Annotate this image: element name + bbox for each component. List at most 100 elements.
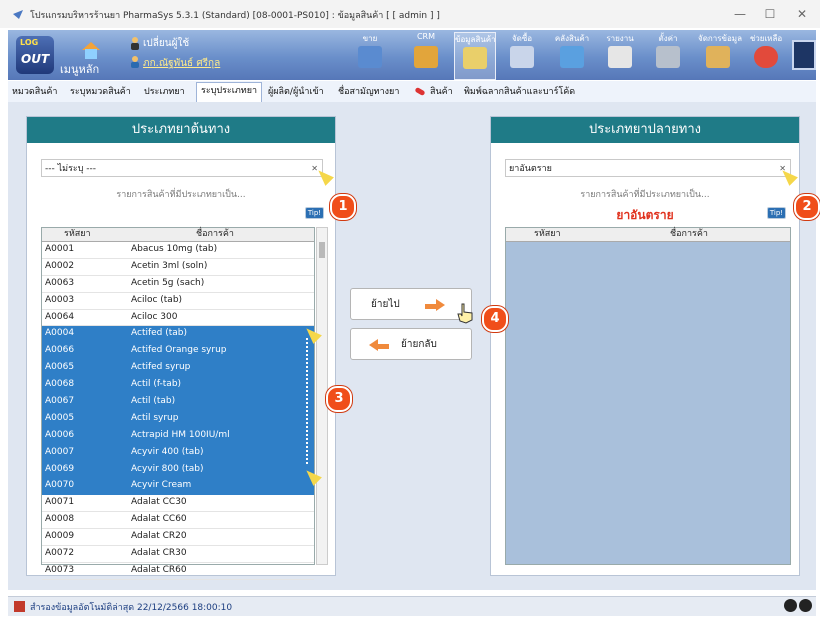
hand-cursor-icon: [457, 303, 473, 324]
table-row[interactable]: A0008 Adalat CC60: [42, 512, 314, 530]
table-row[interactable]: A0001 Abacus 10mg (tab): [42, 242, 314, 259]
close-button[interactable]: ✕: [784, 4, 820, 24]
callout-1: 1: [330, 194, 356, 220]
tab-print-label-barcode[interactable]: พิมพ์ฉลากสินค้าและบาร์โค้ด: [460, 84, 579, 101]
tab-generic-name[interactable]: ชื่อสามัญทางยา: [334, 84, 403, 101]
cell-trade-name: Actil (f-tab): [131, 379, 182, 390]
content-area: ประเภทยาต้นทาง --- ไม่ระบุ --- ✕ รายการส…: [8, 102, 820, 590]
table-row[interactable]: A0005 Actil syrup: [42, 410, 314, 428]
settings-icon: [656, 46, 680, 68]
destination-type-label: ยาอันตราย: [616, 208, 674, 222]
switch-user-button[interactable]: เปลี่ยนผู้ใช้: [143, 36, 189, 51]
table-row[interactable]: A0070 Acyvir Cream: [42, 478, 314, 496]
destination-table-header: รหัสยา ชื่อการค้า: [506, 228, 790, 242]
app-icon: [13, 10, 23, 19]
source-tip-button[interactable]: Tip!: [305, 207, 324, 219]
toolbar-settings[interactable]: ตั้งค่า: [648, 32, 688, 78]
cell-code: A0064: [45, 311, 75, 322]
main-toolbar: LOG OUT เมนูหลัก เปลี่ยนผู้ใช้ ภก.ณัฐพัน…: [8, 30, 816, 80]
move-back-button[interactable]: ย้ายกลับ: [350, 328, 472, 360]
toolbar-data-management[interactable]: จัดการข้อมูล: [698, 32, 742, 78]
cell-trade-name: Acyvir 400 (tab): [131, 446, 204, 457]
cell-trade-name: Acetin 5g (sach): [131, 277, 205, 288]
cell-trade-name: Actifed syrup: [131, 362, 191, 373]
cell-trade-name: Actil syrup: [131, 412, 179, 423]
cell-trade-name: Adalat CR20: [131, 531, 187, 542]
cell-trade-name: Acyvir Cream: [131, 480, 192, 491]
table-row[interactable]: A0004 Actifed (tab): [42, 326, 314, 344]
cash-register-icon: [358, 46, 382, 68]
table-row[interactable]: A0006 Actrapid HM 100IU/ml: [42, 427, 314, 445]
source-type-select[interactable]: --- ไม่ระบุ --- ✕: [41, 159, 323, 177]
destination-product-table[interactable]: รหัสยา ชื่อการค้า: [505, 227, 791, 565]
table-row[interactable]: A0071 Adalat CC30: [42, 495, 314, 513]
source-product-table[interactable]: รหัสยา ชื่อการค้า A0001 Abacus 10mg (tab)…: [41, 227, 315, 580]
backup-icon: [14, 601, 25, 612]
destination-tip-button[interactable]: Tip!: [767, 207, 786, 219]
info-icon[interactable]: [784, 599, 797, 612]
callout-4: 4: [482, 306, 508, 332]
table-row[interactable]: A0066 Actifed Orange syrup: [42, 343, 314, 361]
cell-trade-name: Adalat CR30: [131, 548, 187, 559]
maximize-button[interactable]: ☐: [752, 4, 788, 24]
scrollbar-thumb[interactable]: [319, 242, 325, 258]
registered-icon[interactable]: [799, 599, 812, 612]
table-row[interactable]: A0009 Adalat CR20: [42, 529, 314, 547]
toolbar-purchase[interactable]: จัดซื้อ: [502, 32, 542, 78]
tab-product-category[interactable]: หมวดสินค้า: [8, 84, 61, 101]
tab-product[interactable]: สินค้า: [426, 84, 457, 101]
source-col-code: รหัสยา: [64, 229, 91, 239]
source-panel-title: ประเภทยาต้นทาง: [27, 117, 335, 143]
current-user-link[interactable]: ภก.ณัฐพันธ์ ศรีกุล: [143, 56, 220, 71]
table-row[interactable]: A0073 Adalat CR60: [42, 563, 314, 580]
tab-manufacturer[interactable]: ผู้ผลิต/ผู้นำเข้า: [264, 84, 328, 101]
table-row[interactable]: A0065 Actifed syrup: [42, 360, 314, 378]
tab-assign-category[interactable]: ระบุหมวดสินค้า: [66, 84, 135, 101]
toolbar-sale[interactable]: ขาย: [350, 32, 390, 78]
toolbar-help[interactable]: ช่วยเหลือ: [746, 32, 786, 78]
table-row[interactable]: A0068 Actil (f-tab): [42, 377, 314, 395]
cell-code: A0002: [45, 260, 75, 271]
toolbar-report-label: รายงาน: [606, 34, 634, 43]
destination-hint: รายการสินค้าที่มีประเภทยาเป็น...: [580, 190, 710, 200]
switch-user-icon: [131, 37, 139, 50]
callout-3: 3: [326, 386, 352, 412]
tab-assign-drug-type[interactable]: ระบุประเภทยา: [196, 82, 263, 102]
cell-code: A0066: [45, 345, 75, 356]
table-row[interactable]: A0063 Acetin 5g (sach): [42, 276, 314, 293]
table-row[interactable]: A0007 Acyvir 400 (tab): [42, 444, 314, 462]
move-back-label: ย้ายกลับ: [401, 339, 437, 350]
destination-type-value: ยาอันตราย: [509, 164, 552, 174]
source-table-header: รหัสยา ชื่อการค้า: [42, 228, 314, 242]
cell-trade-name: Actifed (tab): [131, 328, 188, 339]
destination-type-select[interactable]: ยาอันตราย ✕: [505, 159, 791, 177]
cell-code: A0065: [45, 362, 75, 373]
table-row[interactable]: A0069 Acyvir 800 (tab): [42, 461, 314, 479]
source-panel: ประเภทยาต้นทาง --- ไม่ระบุ --- ✕ รายการส…: [26, 116, 336, 580]
table-row[interactable]: A0072 Adalat CR30: [42, 546, 314, 563]
toolbar-crm-label: CRM: [416, 32, 436, 41]
destination-panel: ประเภทยาปลายทาง ยาอันตราย ✕ รายการสินค้า…: [490, 116, 800, 576]
toolbar-product-data[interactable]: ข้อมูลสินค้า: [454, 32, 496, 80]
table-row[interactable]: A0067 Actil (tab): [42, 394, 314, 411]
exit-screen-button[interactable]: [792, 40, 816, 70]
user-icon: [131, 56, 139, 68]
toolbar-warehouse[interactable]: คลังสินค้า: [552, 32, 592, 78]
logout-label-bottom: OUT: [21, 52, 50, 66]
selection-range-line: [306, 338, 308, 464]
table-row[interactable]: A0002 Acetin 3ml (soln): [42, 259, 314, 276]
pill-icon: [415, 87, 425, 96]
cell-trade-name: Acyvir 800 (tab): [131, 463, 204, 474]
toolbar-crm[interactable]: CRM: [406, 32, 446, 78]
home-menu-button[interactable]: เมนูหลัก: [60, 40, 110, 76]
cell-code: A0068: [45, 379, 75, 390]
toolbar-report[interactable]: รายงาน: [600, 32, 640, 78]
cell-code: A0003: [45, 294, 75, 305]
table-row[interactable]: A0064 Aciloc 300: [42, 310, 314, 327]
table-row[interactable]: A0003 Aciloc (tab): [42, 293, 314, 310]
logout-button[interactable]: LOG OUT: [16, 36, 54, 74]
cell-code: A0006: [45, 429, 75, 440]
callout-2: 2: [794, 194, 820, 220]
source-col-name: ชื่อการค้า: [196, 229, 234, 239]
tab-drug-type[interactable]: ประเภทยา: [140, 84, 189, 101]
